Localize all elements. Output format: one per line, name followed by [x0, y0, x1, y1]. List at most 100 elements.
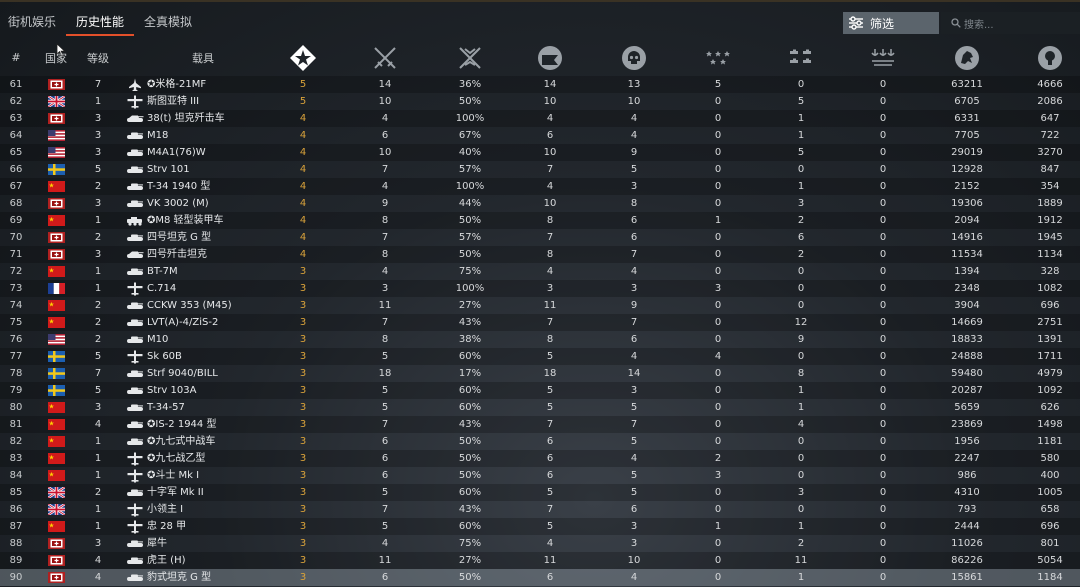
table-row[interactable]: 84 1 ✪斗士 Mk I 3 6 50% 6 5 3 0 0 986 400 [0, 467, 1080, 484]
table-row[interactable]: 79 5 Strv 103A 3 5 60% 5 3 0 1 0 20287 1092 [0, 382, 1080, 399]
win-rate-value: 100% [455, 113, 485, 124]
table-row[interactable]: 75 2 LVT(A)-4/ZiS-2 3 7 43% 7 7 0 12 0 14669 2751 [0, 314, 1080, 331]
win-rate-value: 50% [458, 453, 482, 464]
battles-value: 6 [381, 436, 389, 447]
respawns-value: 5 [546, 487, 554, 498]
filter-sliders-icon [849, 16, 863, 30]
vehicle-name: T-34-57 [147, 402, 185, 413]
ground-kills-value: 0 [797, 283, 805, 294]
tank-icon [125, 127, 145, 144]
china-flag-icon [45, 467, 67, 484]
table-row[interactable]: 88 3 犀牛 3 4 75% 4 3 0 2 0 11026 801 [0, 535, 1080, 552]
table-row[interactable]: 87 1 忠 28 甲 3 5 60% 5 3 1 1 0 2444 696 [0, 518, 1080, 535]
header-silver-lions[interactable] [952, 40, 982, 75]
table-row[interactable]: 66 5 Strv 101 4 7 57% 7 5 0 0 0 12928 847 [0, 161, 1080, 178]
plane-icon [125, 501, 145, 518]
header-battle-rating[interactable] [288, 40, 318, 75]
table-row[interactable]: 70 2 四号坦克 G 型 4 7 57% 7 6 0 6 0 14916 1945 [0, 229, 1080, 246]
vehicle-name: LVT(A)-4/ZiS-2 [147, 317, 219, 328]
table-row[interactable]: 76 2 M10 3 8 38% 8 6 0 9 0 18833 1391 [0, 331, 1080, 348]
tab-arcade[interactable]: 街机娱乐 [0, 8, 64, 34]
silver-lions-value: 19306 [951, 198, 983, 209]
respawns-value: 11 [543, 300, 557, 311]
research-points-value: 626 [1040, 402, 1060, 413]
air-units-icon [706, 50, 730, 64]
row-number: 84 [9, 470, 23, 481]
plane-icon [125, 280, 145, 297]
header-num[interactable]: # [0, 40, 32, 75]
header-deaths[interactable] [619, 40, 649, 75]
ground-units-icon [790, 49, 811, 63]
header-country[interactable]: 国家 [40, 40, 72, 75]
tab-simulator[interactable]: 全真模拟 [136, 8, 200, 34]
win-rate-value: 67% [458, 130, 482, 141]
table-row[interactable]: 74 2 CCKW 353 (M45) 3 11 27% 11 9 0 0 0 3904 696 [0, 297, 1080, 314]
table-row[interactable]: 78 7 Strf 9040/BILL 3 18 17% 18 14 0 8 0 59480 4979 [0, 365, 1080, 382]
filter-button[interactable]: 筛选 [843, 12, 939, 34]
battle-rating-value: 3 [299, 555, 307, 566]
deaths-value: 4 [630, 266, 638, 277]
germany-flag-icon [45, 76, 67, 93]
win-rate-value: 43% [458, 317, 482, 328]
naval-kills-value: 0 [879, 419, 887, 430]
usa-flag-icon [45, 127, 67, 144]
respawns-value: 18 [543, 368, 557, 379]
germany-flag-icon [45, 246, 67, 263]
header-battles[interactable] [370, 40, 400, 75]
header-rank[interactable]: 等级 [82, 40, 114, 75]
air-kills-value: 4 [714, 351, 722, 362]
respawns-value: 3 [546, 283, 554, 294]
table-row[interactable]: 64 3 M18 4 6 67% 6 4 0 1 0 7705 722 [0, 127, 1080, 144]
table-row[interactable]: 82 1 ✪九七式中战车 3 6 50% 6 5 0 0 0 1956 1181 [0, 433, 1080, 450]
respawns-value: 5 [546, 351, 554, 362]
header-air-kills[interactable] [703, 40, 733, 75]
table-row[interactable]: 61 7 ✪米格-21MF 5 14 36% 14 13 5 0 0 63211 4666 [0, 76, 1080, 93]
table-row[interactable]: 68 3 VK 3002 (M) 4 9 44% 10 8 0 3 0 19306 1889 [0, 195, 1080, 212]
row-number: 78 [9, 368, 23, 379]
win-rate-value: 17% [458, 368, 482, 379]
ground-kills-value: 0 [797, 470, 805, 481]
uk-flag-icon [45, 484, 67, 501]
air-kills-value: 0 [714, 368, 722, 379]
sweden-flag-icon [45, 348, 67, 365]
table-row[interactable]: 90 4 豹式坦克 G 型 3 6 50% 6 4 0 1 0 15861 1184 [0, 569, 1080, 586]
table-row[interactable]: 77 5 Sk 60B 3 5 60% 5 4 4 0 0 24888 1711 [0, 348, 1080, 365]
table-row[interactable]: 63 3 38(t) 坦克歼击车 4 4 100% 4 4 0 1 0 6331 647 [0, 110, 1080, 127]
table-row[interactable]: 83 1 ✪九七战乙型 3 6 50% 6 4 2 0 0 2247 580 [0, 450, 1080, 467]
china-flag-icon [45, 178, 67, 195]
vehicle-name: ✪米格-21MF [147, 79, 207, 90]
header-naval-kills[interactable] [868, 40, 898, 75]
air-kills-value: 0 [714, 130, 722, 141]
table-row[interactable]: 89 4 虎王 (H) 3 11 27% 11 10 0 11 0 86226 5054 [0, 552, 1080, 569]
search-input[interactable]: 搜索... [941, 12, 1080, 34]
header-respawns[interactable] [535, 40, 565, 75]
tab-realistic[interactable]: 历史性能 [66, 8, 135, 36]
battles-value: 5 [381, 521, 389, 532]
table-row[interactable]: 67 2 T-34 1940 型 4 4 100% 4 3 0 1 0 2152 354 [0, 178, 1080, 195]
table-row[interactable]: 71 3 四号歼击坦克 4 8 50% 8 7 0 2 0 11534 1134 [0, 246, 1080, 263]
table-row[interactable]: 81 4 ✪IS-2 1944 型 3 7 43% 7 7 0 4 0 23869 1498 [0, 416, 1080, 433]
row-number: 73 [9, 283, 23, 294]
silver-lions-value: 2348 [954, 283, 980, 294]
vehicle-rank: 5 [94, 164, 102, 175]
table-row[interactable]: 65 3 M4A1(76)W 4 10 40% 10 9 0 5 0 29019 3270 [0, 144, 1080, 161]
table-row[interactable]: 80 3 T-34-57 3 5 60% 5 5 0 1 0 5659 626 [0, 399, 1080, 416]
ground-kills-value: 2 [797, 249, 805, 260]
table-row[interactable]: 69 1 ✪M8 轻型装甲车 4 8 50% 8 6 1 2 0 2094 1912 [0, 212, 1080, 229]
vehicle-rank: 1 [94, 215, 102, 226]
france-flag-icon [45, 280, 67, 297]
header-ground-kills[interactable] [786, 40, 816, 75]
table-row[interactable]: 72 1 BT-7M 3 4 75% 4 4 0 0 0 1394 328 [0, 263, 1080, 280]
table-row[interactable]: 62 1 斯图亚特 III 5 10 50% 10 10 0 5 0 6705 2086 [0, 93, 1080, 110]
tank-icon [125, 331, 145, 348]
air-kills-value: 3 [714, 470, 722, 481]
header-win-rate[interactable] [455, 40, 485, 75]
table-row[interactable]: 85 2 十字军 Mk II 3 5 60% 5 5 0 3 0 4310 1005 [0, 484, 1080, 501]
germany-flag-icon [45, 535, 67, 552]
header-research-points[interactable] [1035, 40, 1065, 75]
table-row[interactable]: 86 1 小领主 I 3 7 43% 7 6 0 0 0 793 658 [0, 501, 1080, 518]
header-vehicle[interactable]: 载具 [180, 40, 226, 75]
battle-rating-value: 3 [299, 402, 307, 413]
plane-icon [125, 348, 145, 365]
table-row[interactable]: 73 1 C.714 3 3 100% 3 3 3 0 0 2348 1082 [0, 280, 1080, 297]
